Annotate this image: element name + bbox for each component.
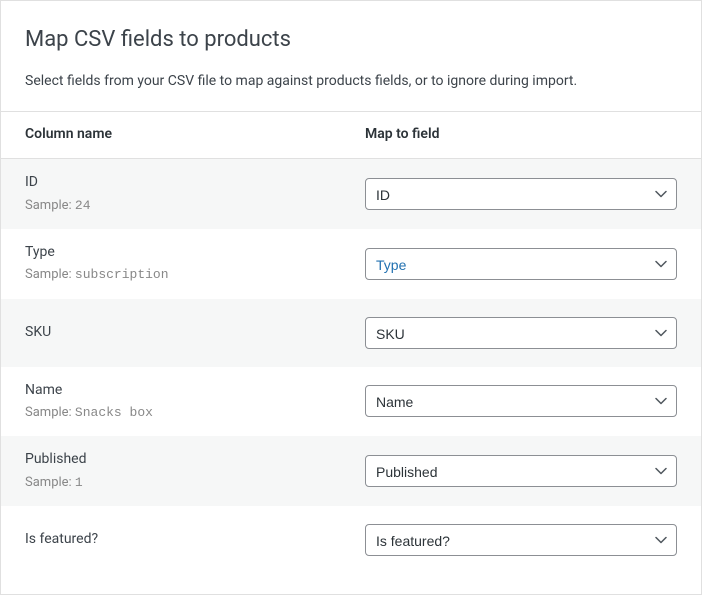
map-field-select[interactable]: Is featured? (365, 524, 677, 556)
page-title: Map CSV fields to products (25, 25, 677, 56)
select-wrapper: Published (365, 455, 677, 487)
map-field-select[interactable]: Name (365, 385, 677, 417)
sample-label: Sample: (25, 405, 75, 420)
sample-value: subscription (75, 267, 169, 282)
sample-value: Snacks box (75, 405, 153, 420)
select-wrapper: Is featured? (365, 524, 677, 556)
field-label: Is featured? (25, 530, 365, 550)
sample-text: Sample: 1 (25, 474, 365, 492)
map-select-cell: SKU (365, 317, 677, 349)
column-name-header: Column name (25, 125, 365, 145)
map-field-select[interactable]: ID (365, 178, 677, 210)
csv-mapper-panel: Map CSV fields to products Select fields… (0, 0, 702, 595)
table-row: Is featured?Is featured? (1, 506, 701, 574)
select-wrapper: ID (365, 178, 677, 210)
column-info: SKU (25, 323, 365, 343)
page-subtitle: Select fields from your CSV file to map … (25, 72, 677, 92)
sample-value: 24 (75, 198, 91, 213)
column-info: Name Sample: Snacks box (25, 381, 365, 423)
map-select-cell: ID (365, 178, 677, 210)
column-info: Type Sample: subscription (25, 243, 365, 285)
mapping-rows: IDSample: 24IDTypeSample: subscriptionTy… (1, 159, 701, 594)
table-row: IDSample: 24ID (1, 159, 701, 229)
field-label: Name (25, 381, 365, 401)
map-field-select[interactable]: Published (365, 455, 677, 487)
select-wrapper: Name (365, 385, 677, 417)
field-label: Published (25, 450, 365, 470)
map-field-select[interactable]: SKU (365, 317, 677, 349)
header: Map CSV fields to products Select fields… (1, 1, 701, 111)
select-wrapper: Type (365, 248, 677, 280)
table-row: TypeSample: subscriptionType (1, 229, 701, 299)
column-info: ID Sample: 24 (25, 173, 365, 215)
table-row: PublishedSample: 1Published (1, 436, 701, 506)
map-select-cell: Name (365, 385, 677, 417)
map-to-field-header: Map to field (365, 125, 677, 145)
table-header: Column name Map to field (1, 111, 701, 159)
select-wrapper: SKU (365, 317, 677, 349)
map-select-cell: Is featured? (365, 524, 677, 556)
map-select-cell: Type (365, 248, 677, 280)
sample-text: Sample: subscription (25, 266, 365, 284)
table-row: NameSample: Snacks boxName (1, 367, 701, 437)
sample-label: Sample: (25, 198, 75, 213)
sample-value: 1 (75, 475, 83, 490)
table-row: SKUSKU (1, 299, 701, 367)
field-label: SKU (25, 323, 365, 343)
field-label: Type (25, 243, 365, 263)
sample-label: Sample: (25, 267, 75, 282)
map-field-select[interactable]: Type (365, 248, 677, 280)
map-select-cell: Published (365, 455, 677, 487)
sample-text: Sample: Snacks box (25, 404, 365, 422)
column-info: Is featured? (25, 530, 365, 550)
column-info: Published Sample: 1 (25, 450, 365, 492)
field-label: ID (25, 173, 365, 193)
sample-text: Sample: 24 (25, 197, 365, 215)
sample-label: Sample: (25, 475, 75, 490)
